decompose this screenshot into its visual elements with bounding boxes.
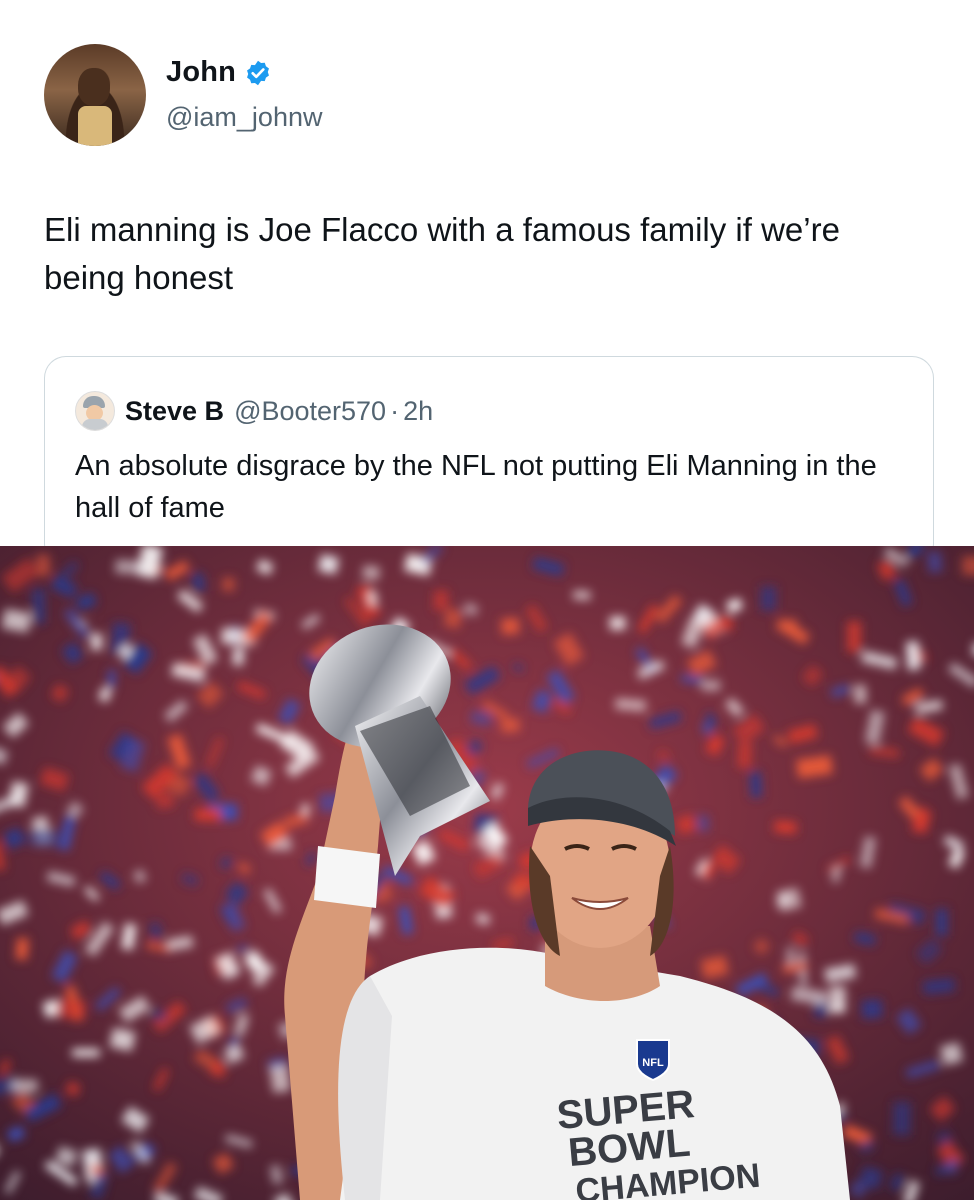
confetti-piece — [115, 559, 143, 575]
tweet-header: John @iam_johnw — [44, 44, 644, 146]
confetti-piece — [72, 1049, 100, 1057]
confetti-piece — [760, 586, 777, 611]
author-name-row: John — [166, 56, 272, 89]
confetti-piece — [500, 717, 521, 734]
confetti-piece — [500, 617, 520, 635]
confetti-piece — [194, 808, 221, 821]
confetti-piece — [11, 1079, 38, 1093]
confetti-piece — [232, 647, 245, 666]
avatar-face — [78, 68, 110, 106]
confetti-piece — [36, 554, 51, 577]
confetti-piece — [107, 669, 116, 689]
quoted-tweet-card[interactable]: Steve B @Booter570 · 2h An absolute disg… — [44, 356, 934, 566]
time-separator: · — [390, 395, 400, 426]
confetti-piece — [829, 986, 846, 1013]
tweet-text: Eli manning is Joe Flacco with a famous … — [44, 211, 840, 296]
confetti-piece — [861, 999, 883, 1019]
confetti-piece — [55, 997, 87, 1021]
confetti-piece — [28, 827, 60, 848]
confetti-piece — [927, 551, 943, 574]
confetti-piece — [573, 590, 591, 600]
nfl-logo: NFL — [636, 1039, 670, 1082]
confetti-piece — [892, 1101, 911, 1136]
photo-illustration: NFL SUPER BOWL CHAMPION — [0, 546, 974, 1200]
confetti-piece — [609, 616, 626, 631]
confetti-piece — [222, 577, 235, 592]
confetti-piece — [269, 1064, 291, 1094]
confetti-piece — [15, 937, 29, 961]
tweet-photo[interactable]: NFL SUPER BOWL CHAMPION — [0, 546, 974, 1200]
confetti-piece — [32, 588, 46, 624]
confetti-piece — [697, 815, 709, 832]
confetti-piece — [847, 621, 861, 653]
quoted-tweet-header: Steve B @Booter570 · 2h — [75, 391, 433, 431]
confetti-piece — [962, 556, 974, 576]
quoted-tweet-time[interactable]: 2h — [403, 396, 433, 427]
confetti-piece — [701, 680, 721, 691]
confetti-piece — [737, 742, 752, 769]
confetti-piece — [774, 820, 797, 834]
confetti-piece — [362, 565, 380, 581]
quoted-author-handle[interactable]: @Booter570 — [234, 396, 386, 427]
confetti-piece — [433, 590, 449, 611]
confetti-piece — [367, 590, 378, 606]
author-name[interactable]: John — [166, 56, 236, 89]
confetti-piece — [853, 684, 867, 704]
quoted-tweet-text: An absolute disgrace by the NFL not putt… — [75, 450, 877, 524]
confetti-piece — [935, 908, 948, 936]
author-handle[interactable]: @iam_johnw — [166, 102, 322, 133]
nfl-logo-text: NFL — [642, 1057, 664, 1069]
confetti-piece — [91, 633, 102, 651]
verified-badge-icon — [244, 59, 272, 87]
confetti-piece — [716, 616, 733, 631]
author-avatar[interactable] — [44, 44, 146, 146]
quoted-author-name[interactable]: Steve B — [125, 396, 224, 427]
confetti-piece — [749, 771, 763, 798]
wristband — [314, 846, 380, 908]
avatar-shirt — [78, 106, 112, 146]
avatar-body — [82, 419, 108, 430]
confetti-piece — [906, 641, 921, 671]
quoted-author-avatar[interactable] — [75, 391, 115, 431]
